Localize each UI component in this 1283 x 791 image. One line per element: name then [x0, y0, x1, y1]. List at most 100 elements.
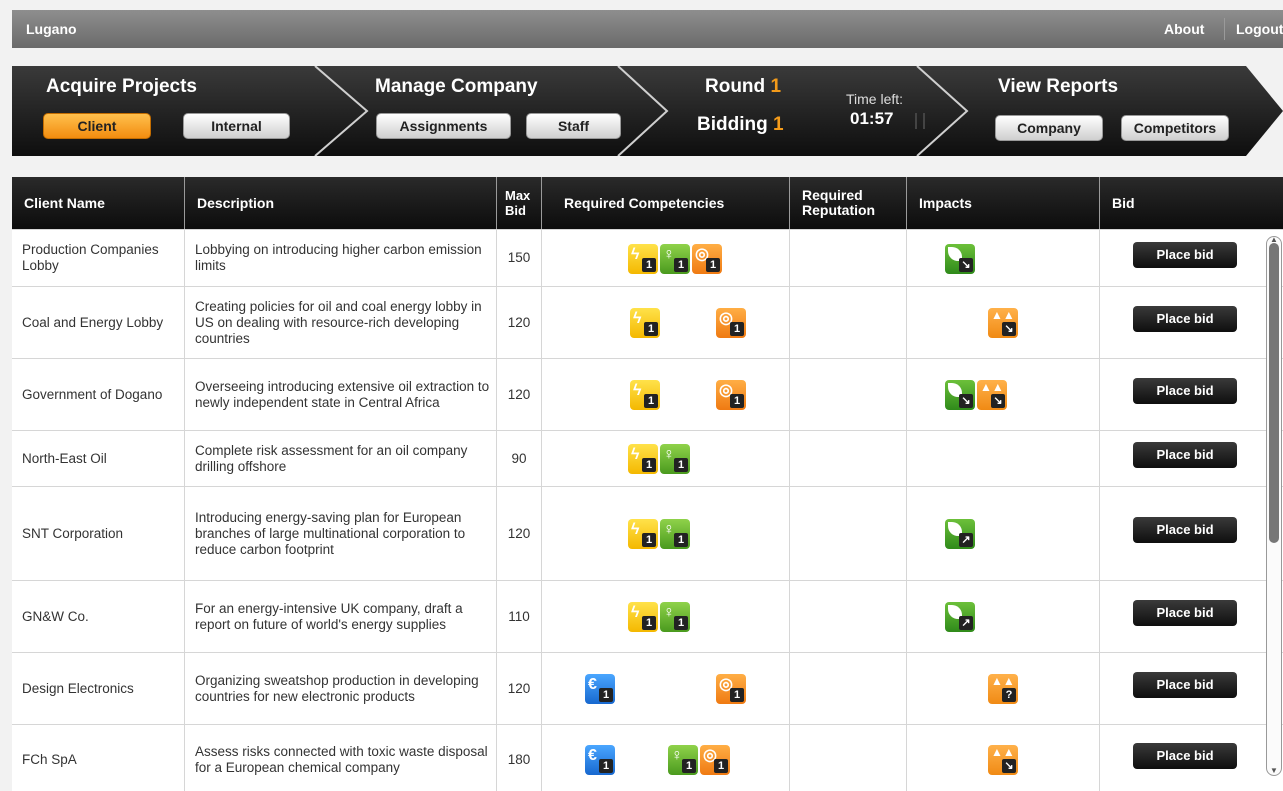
- scrollbar-thumb[interactable]: [1269, 243, 1279, 543]
- round-label: Round: [705, 76, 766, 97]
- impact-direction-icon: ↗: [959, 616, 973, 630]
- table-row: Coal and Energy Lobby Creating policies f…: [12, 286, 1283, 358]
- energy-icon: ϟ1: [628, 244, 658, 274]
- max-bid-cell: 120: [497, 287, 542, 358]
- time-left-value: 01:57: [850, 109, 894, 128]
- max-bid-value: 110: [508, 608, 530, 624]
- reputation-cell: [790, 725, 907, 791]
- place-bid-button[interactable]: Place bid: [1133, 743, 1237, 769]
- max-bid-value: 120: [507, 314, 531, 330]
- competency-level: 1: [642, 458, 656, 472]
- energy-symbol: ϟ: [631, 604, 640, 621]
- energy-symbol: ϟ: [631, 246, 640, 263]
- table-row: FCh SpA Assess risks connected with toxic…: [12, 724, 1283, 791]
- max-bid-cell: 180: [497, 725, 542, 791]
- impact-direction-icon: ↘: [1002, 759, 1016, 773]
- competency-level: 1: [714, 759, 728, 773]
- place-bid-button[interactable]: Place bid: [1133, 672, 1237, 698]
- max-bid-cell: 90: [497, 431, 542, 486]
- client-name-cell: Government of Dogano: [12, 359, 185, 430]
- project-description: Introducing energy-saving plan for Europ…: [195, 509, 466, 557]
- speech-icon: ◎ 1: [716, 674, 746, 704]
- bidding-value: 1: [772, 114, 784, 135]
- reputation-cell: [790, 653, 907, 724]
- place-bid-button[interactable]: Place bid: [1133, 517, 1237, 543]
- speech-icon: ◎ 1: [716, 380, 746, 410]
- header-bid: Bid: [1112, 194, 1135, 211]
- impact-direction-icon: ↘: [959, 394, 973, 408]
- impact-direction-icon: ↘: [991, 394, 1005, 408]
- client-name: FCh SpA: [22, 751, 77, 767]
- competitors-report-button[interactable]: Competitors: [1121, 115, 1229, 141]
- client-name-cell: Design Electronics: [12, 653, 185, 724]
- company-report-button[interactable]: Company: [995, 115, 1103, 141]
- logout-link[interactable]: Logout: [1236, 21, 1283, 37]
- description-cell: Complete risk assessment for an oil comp…: [185, 431, 497, 486]
- competency-level: 1: [682, 759, 696, 773]
- max-bid-value: 150: [507, 250, 531, 265]
- reputation-cell: [790, 287, 907, 358]
- project-description: For an energy-intensive UK company, draf…: [195, 600, 463, 632]
- finance-symbol: €: [588, 747, 597, 764]
- table-row: Government of Dogano Overseeing introduci…: [12, 358, 1283, 430]
- competency-level: 1: [642, 533, 656, 547]
- competency-level: 1: [642, 616, 656, 630]
- place-bid-button[interactable]: Place bid: [1133, 242, 1237, 268]
- header-impacts: Impacts: [907, 177, 1100, 229]
- finance-icon: €1: [585, 674, 615, 704]
- client-name-cell: GN&W Co.: [12, 581, 185, 652]
- table-row: Production Companies Lobby Lobbying on in…: [12, 229, 1283, 286]
- max-bid-value: 90: [511, 450, 527, 466]
- scroll-down-icon[interactable]: ▼: [1270, 766, 1278, 775]
- reputation-cell: [790, 359, 907, 430]
- place-bid-button[interactable]: Place bid: [1133, 442, 1237, 468]
- max-bid-value: 120: [507, 386, 531, 402]
- energy-symbol: ϟ: [633, 382, 642, 399]
- table-row: SNT Corporation Introducing energy-saving…: [12, 486, 1283, 580]
- place-bid-button[interactable]: Place bid: [1133, 306, 1237, 332]
- internal-button[interactable]: Internal: [183, 113, 290, 139]
- reputation-cell: [790, 230, 907, 286]
- project-description: Assess risks connected with toxic waste …: [195, 743, 488, 775]
- speech-icon: ◎ 1: [716, 308, 746, 338]
- place-bid-button[interactable]: Place bid: [1133, 600, 1237, 626]
- table-scrollbar[interactable]: ▲ ▼: [1266, 235, 1282, 776]
- project-description: Lobbying on introducing higher carbon em…: [195, 242, 482, 273]
- staff-button[interactable]: Staff: [526, 113, 621, 139]
- client-name: Government of Dogano: [22, 386, 163, 402]
- round-value: 1: [770, 76, 782, 97]
- people-icon: ▲▲: [991, 745, 1015, 759]
- description-cell: Overseeing introducing extensive oil ext…: [185, 359, 497, 430]
- bidding-label: Bidding: [697, 114, 768, 135]
- competency-level: 1: [674, 458, 688, 472]
- client-name: North-East Oil: [22, 450, 107, 466]
- project-description: Complete risk assessment for an oil comp…: [195, 442, 468, 474]
- header-reputation-line2: Reputation: [802, 202, 876, 218]
- table-row: GN&W Co. For an energy-intensive UK compa…: [12, 580, 1283, 652]
- place-bid-button[interactable]: Place bid: [1133, 378, 1237, 404]
- description-cell: Lobbying on introducing higher carbon em…: [185, 230, 497, 286]
- people-icon: ▲▲: [980, 380, 1004, 394]
- competency-level: 1: [674, 616, 688, 630]
- time-left-label: Time left:: [846, 91, 904, 107]
- max-bid-cell: 120: [497, 653, 542, 724]
- society-icon: ▲▲ ↘: [988, 745, 1018, 775]
- header-required-competencies: Required Competencies: [542, 177, 790, 229]
- header-max-bid-line1: Max: [505, 188, 531, 203]
- client-name-cell: SNT Corporation: [12, 487, 185, 580]
- reputation-cell: [790, 581, 907, 652]
- max-bid-value: 180: [507, 751, 531, 767]
- manage-company-title: Manage Company: [375, 76, 538, 97]
- about-link[interactable]: About: [1164, 21, 1204, 37]
- reputation-cell: [790, 431, 907, 486]
- max-bid-cell: 150: [497, 230, 542, 286]
- client-button[interactable]: Client: [43, 113, 151, 139]
- header-reputation-line1: Required: [802, 187, 863, 203]
- people-icon: ▲▲: [991, 674, 1015, 688]
- assignments-button[interactable]: Assignments: [376, 113, 511, 139]
- competency-level: 1: [644, 322, 658, 336]
- acquire-projects-title: Acquire Projects: [46, 76, 197, 97]
- table-row: Design Electronics Organizing sweatshop p…: [12, 652, 1283, 724]
- speech-icon: ◎ 1: [692, 244, 722, 274]
- competency-level: 1: [674, 533, 688, 547]
